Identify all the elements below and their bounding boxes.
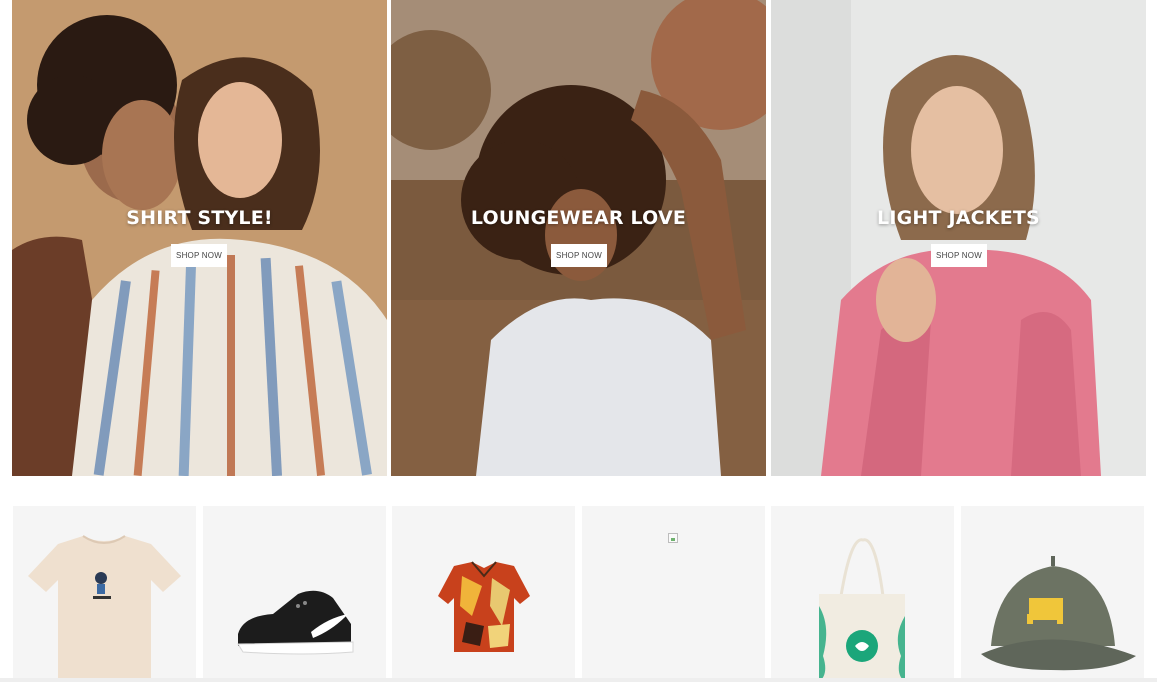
product-card[interactable] xyxy=(392,506,575,682)
cap-product-image xyxy=(981,556,1136,671)
hero-title: SHIRT STYLE! xyxy=(126,207,273,229)
product-grid xyxy=(13,506,1146,682)
hero-image-shirt-style xyxy=(12,0,387,476)
hero-title: LOUNGEWEAR LOVE xyxy=(470,207,687,229)
shop-now-button[interactable]: SHOP NOW xyxy=(171,244,227,267)
product-card[interactable] xyxy=(771,506,954,682)
shop-now-button[interactable]: SHOP NOW xyxy=(931,244,987,267)
hero-image-light-jackets xyxy=(771,0,1146,476)
hero-tile-loungewear-love[interactable]: LOUNGEWEAR LOVE SHOP NOW xyxy=(391,0,766,476)
page-bottom-divider xyxy=(0,678,1157,682)
sneaker-product-image xyxy=(237,590,354,655)
hero-tile-shirt-style[interactable]: SHIRT STYLE! SHOP NOW xyxy=(12,0,387,476)
product-card[interactable] xyxy=(961,506,1144,682)
product-card[interactable] xyxy=(582,506,765,682)
product-card[interactable] xyxy=(13,506,196,682)
tote-bag-product-image xyxy=(819,538,905,682)
shop-now-button[interactable]: SHOP NOW xyxy=(551,244,607,267)
broken-image-icon xyxy=(668,533,678,543)
hero-image-loungewear-love xyxy=(391,0,766,476)
hero-banner-row: SHIRT STYLE! SHOP NOW LOUNGEWEAR LOVE SH… xyxy=(12,0,1146,476)
hero-tile-light-jackets[interactable]: LIGHT JACKETS SHOP NOW xyxy=(771,0,1146,476)
hero-title: LIGHT JACKETS xyxy=(877,207,1040,229)
camp-shirt-product-image xyxy=(438,561,530,652)
product-card[interactable] xyxy=(203,506,386,682)
tshirt-product-image xyxy=(28,535,181,678)
